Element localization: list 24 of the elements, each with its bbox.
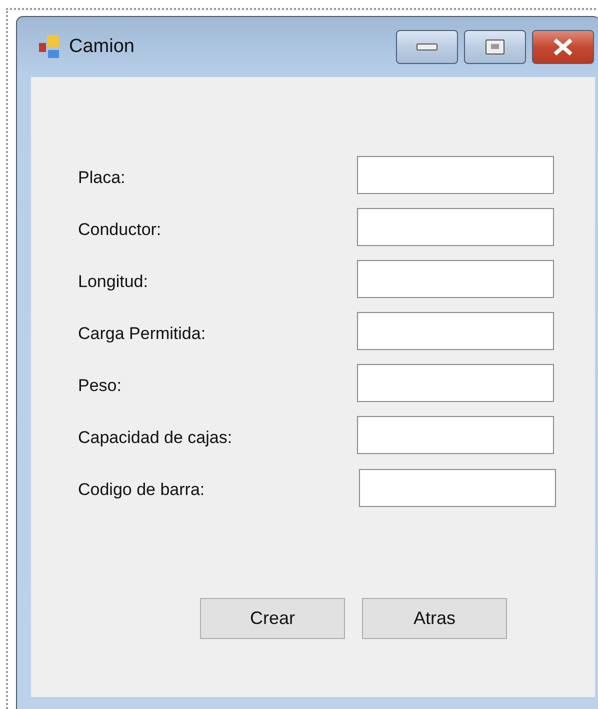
- input-field[interactable]: [357, 416, 554, 454]
- app-icon: [39, 35, 61, 59]
- close-button[interactable]: [532, 30, 594, 64]
- close-icon: [552, 38, 574, 56]
- input-field[interactable]: [357, 208, 554, 246]
- input-field[interactable]: [357, 312, 554, 350]
- minimize-button[interactable]: [396, 30, 458, 64]
- form-button[interactable]: Atras: [362, 598, 507, 639]
- field-label: Capacidad de cajas:: [78, 427, 234, 448]
- input-field[interactable]: [357, 364, 554, 402]
- minimize-icon: [416, 43, 438, 51]
- input-field[interactable]: [357, 260, 554, 298]
- field-label: Placa:: [78, 167, 126, 188]
- input-field[interactable]: [359, 469, 556, 507]
- field-label: Peso:: [78, 375, 122, 396]
- field-label: Carga Permitida:: [78, 323, 207, 344]
- window-title: Camion: [69, 36, 134, 58]
- input-field[interactable]: [357, 156, 554, 194]
- field-label: Codigo de barra:: [78, 479, 206, 500]
- form-button[interactable]: Crear: [200, 598, 345, 639]
- field-label: Longitud:: [78, 271, 149, 292]
- maximize-icon: [484, 38, 506, 56]
- field-label: Conductor:: [78, 219, 162, 240]
- maximize-button[interactable]: [464, 30, 526, 64]
